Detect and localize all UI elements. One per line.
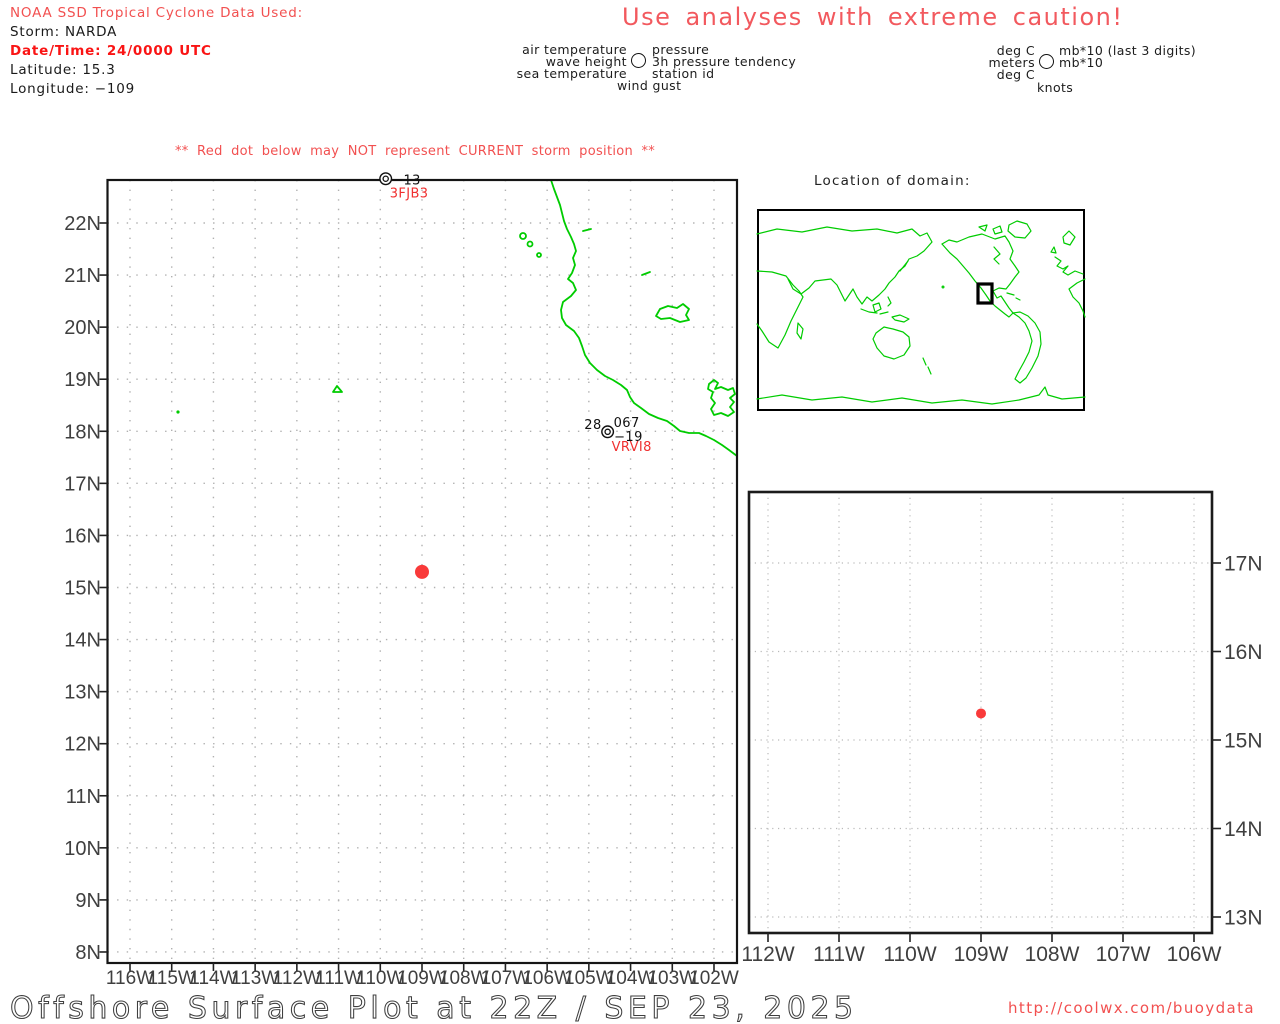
- y-tick-label: 9N: [75, 890, 101, 912]
- header-storm-name: Storm: NARDA: [10, 24, 118, 40]
- hawaii-dot: [941, 285, 945, 289]
- axes: 116W115W114W113W112W111W110W109W108W107W…: [64, 178, 739, 989]
- x-tick-label: 102W: [689, 968, 739, 989]
- coastal-islands: [707, 379, 736, 417]
- y-tick-label: 16N: [1224, 641, 1263, 664]
- units-tendency: mb*10: [1059, 55, 1104, 70]
- station-circle-icon: [379, 172, 393, 186]
- station-vrvi8: 28 067−19VRVI8: [584, 416, 652, 455]
- coastline-group: [176, 179, 738, 457]
- footer-url-link[interactable]: http://coolwx.com/buoydata: [1008, 999, 1255, 1017]
- island-dash: [582, 228, 592, 232]
- plotted-data: −133FJB328 067−19VRVI8: [379, 172, 652, 579]
- inset-border: [757, 209, 1085, 411]
- asia-coast: [756, 226, 933, 305]
- caution-banner: Use analyses with extreme caution!: [622, 3, 1124, 31]
- y-tick-label: 22N: [64, 213, 101, 235]
- madagascar: [796, 322, 804, 340]
- x-tick-label: 108W: [1025, 943, 1080, 966]
- header-longitude: Longitude: −109: [10, 81, 136, 97]
- y-tick-label: 14N: [64, 630, 101, 652]
- station-id-label: VRVI8: [612, 440, 652, 455]
- y-tick-label: 8N: [75, 942, 101, 964]
- caribbean-islands: [1006, 292, 1021, 301]
- y-tick-label: 20N: [64, 317, 101, 339]
- mexico-coastline: [550, 179, 738, 457]
- japan: [899, 260, 909, 272]
- footer-title-block: Offshore Surface Plot at 22Z / SEP 23, 2…: [9, 990, 858, 1024]
- x-tick-label: 109W: [954, 943, 1009, 966]
- y-tick-label: 11N: [66, 786, 101, 808]
- south-america: [1012, 311, 1042, 384]
- legend-wind-gust: wind gust: [617, 78, 682, 93]
- y-tick-label: 15N: [64, 577, 101, 599]
- station-circle-icon: [1039, 54, 1054, 69]
- plotted-data: [976, 708, 986, 719]
- storm-position-dot: [976, 708, 986, 719]
- y-tick-label: 18N: [64, 421, 101, 443]
- zoom-map-panel: 112W 111W 110W 109W 108W 107W 106W 17N 16N 15N 14N…: [741, 490, 1263, 966]
- new-guinea: [891, 314, 910, 323]
- station-3fjb3: −133FJB3: [379, 172, 429, 202]
- y-tick-label: 13N: [64, 682, 101, 704]
- y-tick-label: 17N: [64, 473, 101, 495]
- north-america-west-coast: [941, 243, 1014, 318]
- island-dot: [176, 410, 180, 414]
- y-tick-label: 12N: [64, 734, 101, 756]
- x-tick-label: 106W: [1167, 943, 1222, 966]
- storm-position-warning: ** Red dot below may NOT represent CURRE…: [175, 144, 656, 159]
- y-tick-label: 13N: [1224, 907, 1263, 930]
- units-gust: knots: [1037, 80, 1074, 95]
- world-location-inset: [756, 209, 1086, 411]
- main-map-panel: 116W115W114W113W112W111W110W109W108W107W…: [64, 172, 739, 989]
- y-tick-label: 21N: [64, 265, 101, 287]
- island-icon: [536, 252, 542, 258]
- y-tick-label: 16N: [64, 525, 101, 547]
- y-tick-label: 14N: [1224, 818, 1263, 841]
- x-tick-label: 111W: [315, 968, 362, 989]
- indonesia: [860, 302, 889, 315]
- header-datetime: Date/Time: 24/0000 UTC: [10, 43, 212, 59]
- storm-position-dot: [414, 564, 429, 579]
- island-icon: [526, 240, 534, 248]
- europe: [1050, 230, 1084, 276]
- header-info: NOAA SSD Tropical Cyclone Data Used: Sto…: [10, 5, 303, 100]
- inset-title: Location of domain:: [814, 173, 971, 189]
- north-america-east-coast: [941, 233, 1020, 314]
- x-tick-label: 112W: [273, 968, 321, 989]
- island-icon: [519, 232, 527, 240]
- legend-sea-temperature: sea temperature: [516, 66, 627, 81]
- world-coastlines: [756, 220, 1086, 405]
- footer-title-text: Offshore Surface Plot at 22Z / SEP 23, 2…: [10, 991, 858, 1024]
- station-circle-icon: [631, 53, 646, 68]
- africa-east-coast: [756, 270, 804, 349]
- arctic-islands: [978, 224, 1003, 235]
- philippines: [887, 296, 892, 307]
- y-tick-label: 19N: [64, 369, 101, 391]
- y-tick-label: 17N: [1224, 553, 1263, 576]
- x-tick-label: 110W: [883, 943, 936, 966]
- antarctica: [756, 386, 1086, 405]
- station-circle-icon: [601, 425, 615, 439]
- islas-marias: [655, 303, 690, 323]
- units-sea: deg C: [996, 67, 1035, 82]
- header-latitude: Latitude: 15.3: [10, 62, 116, 78]
- buoy-plot-page: NOAA SSD Tropical Cyclone Data Used: Sto…: [0, 0, 1280, 1024]
- new-zealand: [922, 357, 932, 375]
- x-tick-label: 111W: [813, 943, 865, 966]
- australia: [872, 326, 911, 360]
- x-tick-label: 112W: [741, 943, 794, 966]
- station-pressure: 067: [614, 416, 640, 431]
- socorro-island: [332, 385, 343, 393]
- hudson-bay: [993, 246, 1001, 265]
- x-tick-label: 107W: [1096, 943, 1151, 966]
- y-tick-label: 10N: [64, 838, 101, 860]
- y-tick-label: 15N: [1224, 730, 1263, 753]
- header-noaa-line: NOAA SSD Tropical Cyclone Data Used:: [10, 5, 303, 21]
- greenland: [1007, 220, 1032, 239]
- africa-west-coast: [1068, 278, 1086, 318]
- station-id-label: 3FJB3: [390, 187, 429, 202]
- station-air-temp: 28: [584, 418, 601, 433]
